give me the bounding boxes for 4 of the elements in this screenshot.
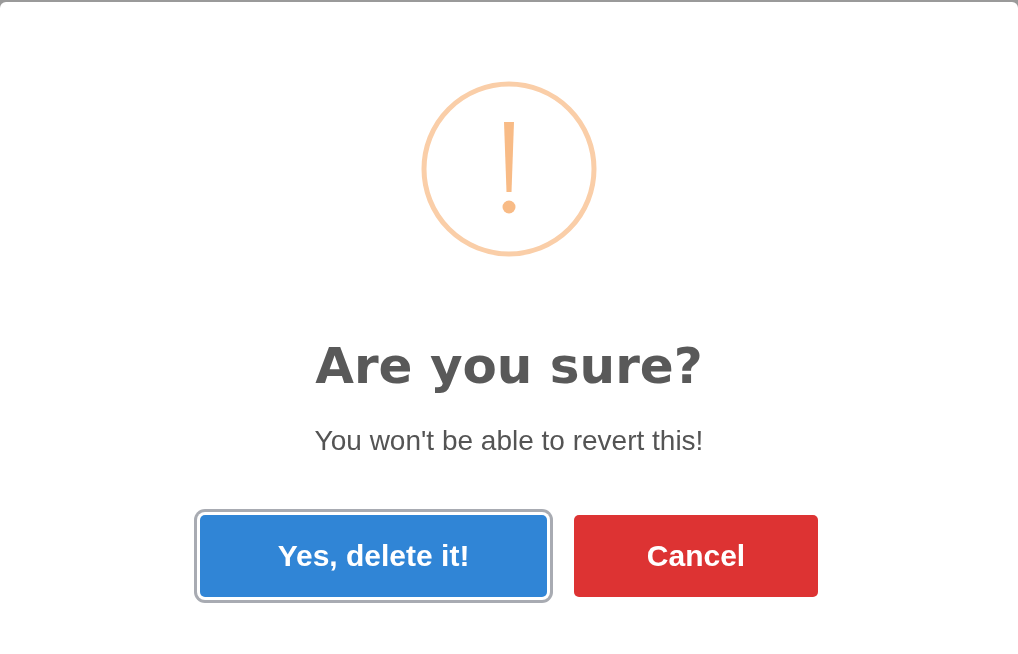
dialog-title: Are you sure? — [315, 336, 703, 397]
warning-icon — [419, 79, 599, 259]
cancel-button[interactable]: Cancel — [574, 515, 818, 597]
dialog-message: You won't be able to revert this! — [314, 424, 704, 458]
